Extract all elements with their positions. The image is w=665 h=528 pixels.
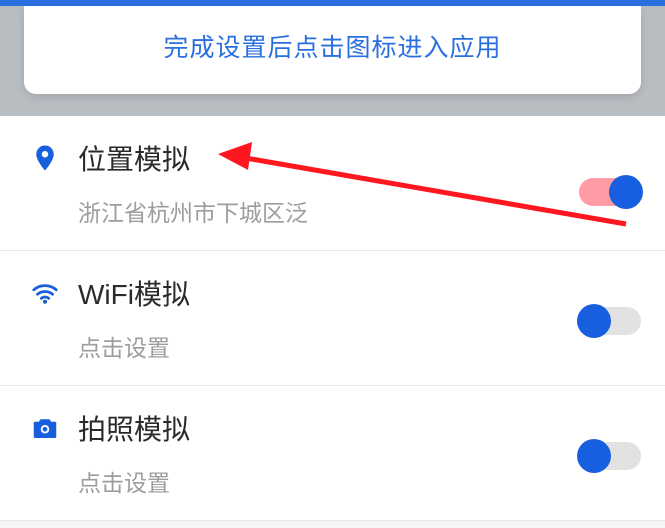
- item-title: 拍照模拟: [78, 408, 190, 448]
- list-item-location[interactable]: 位置模拟 浙江省杭州市下城区泛: [0, 116, 665, 251]
- toggle-camera[interactable]: [579, 442, 641, 470]
- item-title: 位置模拟: [78, 138, 190, 178]
- list-item-camera[interactable]: 拍照模拟 点击设置: [0, 386, 665, 521]
- row-main: 位置模拟: [30, 138, 635, 178]
- toggle-knob: [609, 175, 643, 209]
- list-item-wifi[interactable]: WiFi模拟 点击设置: [0, 251, 665, 386]
- banner-card[interactable]: 完成设置后点击图标进入应用: [24, 6, 641, 94]
- toggle-knob: [577, 439, 611, 473]
- toggle-wifi[interactable]: [579, 307, 641, 335]
- camera-icon: [30, 413, 70, 443]
- row-main: WiFi模拟: [30, 273, 635, 313]
- item-subtitle: 点击设置: [78, 464, 635, 498]
- settings-list: 位置模拟 浙江省杭州市下城区泛 WiFi模拟 点击设置: [0, 116, 665, 521]
- toggle-location[interactable]: [579, 178, 641, 206]
- banner-text: 完成设置后点击图标进入应用: [163, 34, 501, 62]
- toggle-knob: [577, 304, 611, 338]
- row-main: 拍照模拟: [30, 408, 635, 448]
- wifi-icon: [30, 278, 70, 308]
- item-subtitle: 浙江省杭州市下城区泛: [78, 194, 635, 228]
- banner-wrap: 完成设置后点击图标进入应用: [0, 6, 665, 116]
- item-title: WiFi模拟: [78, 273, 190, 313]
- item-subtitle: 点击设置: [78, 329, 635, 363]
- location-pin-icon: [30, 143, 70, 173]
